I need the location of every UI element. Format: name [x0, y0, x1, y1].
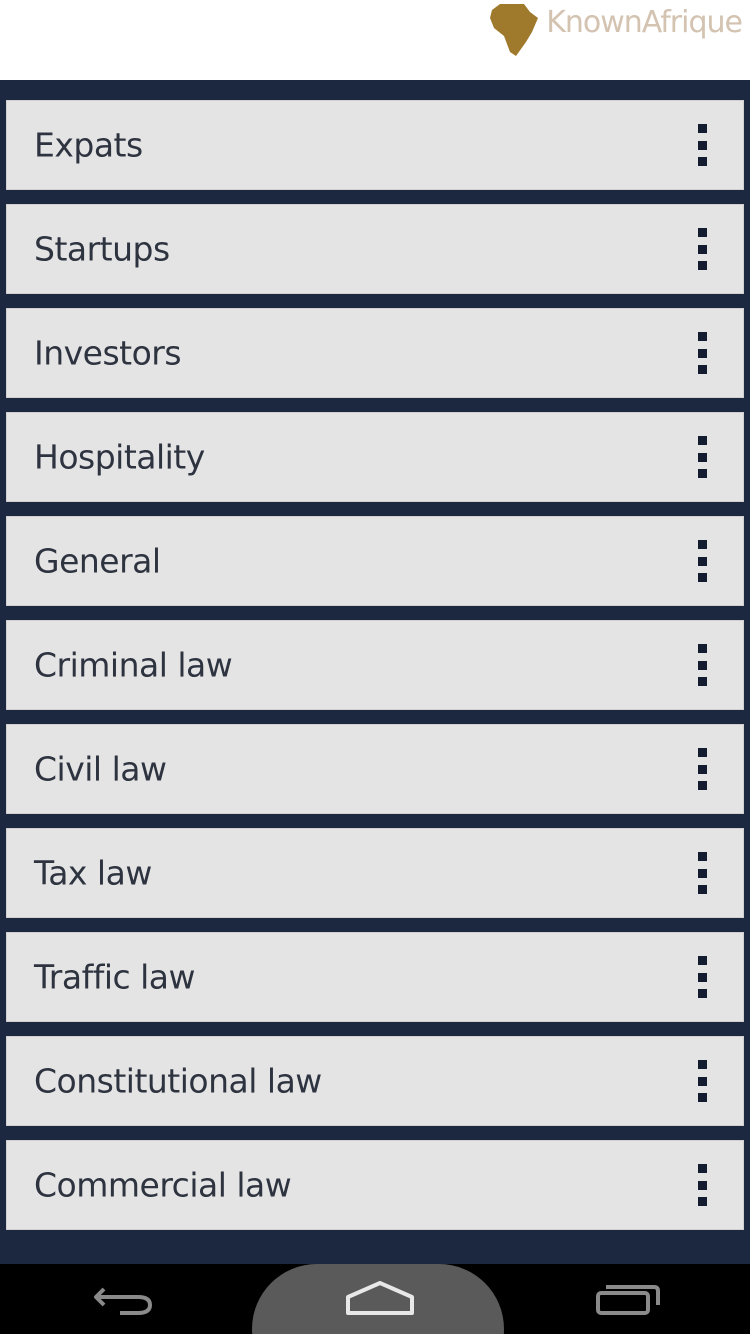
- category-list: Expats Startups Investors Hospitality Ge…: [0, 98, 750, 1242]
- list-item-label: Tax law: [34, 853, 152, 893]
- list-item-tax-law[interactable]: Tax law: [4, 826, 746, 920]
- list-item-criminal-law[interactable]: Criminal law: [4, 618, 746, 712]
- brand-logo: KnownAfrique: [490, 2, 743, 58]
- home-button[interactable]: [300, 1264, 460, 1334]
- list-item-label: Constitutional law: [34, 1061, 322, 1101]
- system-navigation-bar: [0, 1264, 750, 1334]
- list-item-label: Startups: [34, 229, 170, 269]
- list-item-label: Commercial law: [34, 1165, 292, 1205]
- list-item-constitutional-law[interactable]: Constitutional law: [4, 1034, 746, 1128]
- list-item-general[interactable]: General: [4, 514, 746, 608]
- more-vertical-icon[interactable]: [696, 852, 708, 894]
- list-item-hospitality[interactable]: Hospitality: [4, 410, 746, 504]
- more-vertical-icon[interactable]: [696, 644, 708, 686]
- list-item-traffic-law[interactable]: Traffic law: [4, 930, 746, 1024]
- list-item-label: Investors: [34, 333, 182, 373]
- more-vertical-icon[interactable]: [696, 332, 708, 374]
- list-item-startups[interactable]: Startups: [4, 202, 746, 296]
- more-vertical-icon[interactable]: [696, 1060, 708, 1102]
- list-item-expats[interactable]: Expats: [4, 98, 746, 192]
- category-list-area: Expats Startups Investors Hospitality Ge…: [0, 80, 750, 1264]
- home-icon: [346, 1281, 414, 1315]
- more-vertical-icon[interactable]: [696, 540, 708, 582]
- list-item-investors[interactable]: Investors: [4, 306, 746, 400]
- header: KnownAfrique: [0, 0, 750, 80]
- app-screen: KnownAfrique Expats Startups Investors H…: [0, 0, 750, 1334]
- more-vertical-icon[interactable]: [696, 956, 708, 998]
- more-vertical-icon[interactable]: [696, 436, 708, 478]
- recent-apps-icon: [596, 1285, 660, 1315]
- more-vertical-icon[interactable]: [696, 228, 708, 270]
- back-button[interactable]: [70, 1264, 180, 1334]
- list-item-label: Civil law: [34, 749, 167, 789]
- list-item-label: Traffic law: [34, 957, 196, 997]
- africa-map-icon: [490, 4, 539, 56]
- more-vertical-icon[interactable]: [696, 1164, 708, 1206]
- back-icon: [94, 1287, 153, 1315]
- more-vertical-icon[interactable]: [696, 124, 708, 166]
- list-item-label: General: [34, 541, 161, 581]
- list-item-label: Hospitality: [34, 437, 205, 477]
- list-item-commercial-law[interactable]: Commercial law: [4, 1138, 746, 1232]
- more-vertical-icon[interactable]: [696, 748, 708, 790]
- list-item-label: Criminal law: [34, 645, 233, 685]
- list-item-civil-law[interactable]: Civil law: [4, 722, 746, 816]
- recent-apps-button[interactable]: [570, 1264, 690, 1334]
- list-item-label: Expats: [34, 125, 143, 165]
- logo-text: KnownAfrique: [546, 4, 743, 40]
